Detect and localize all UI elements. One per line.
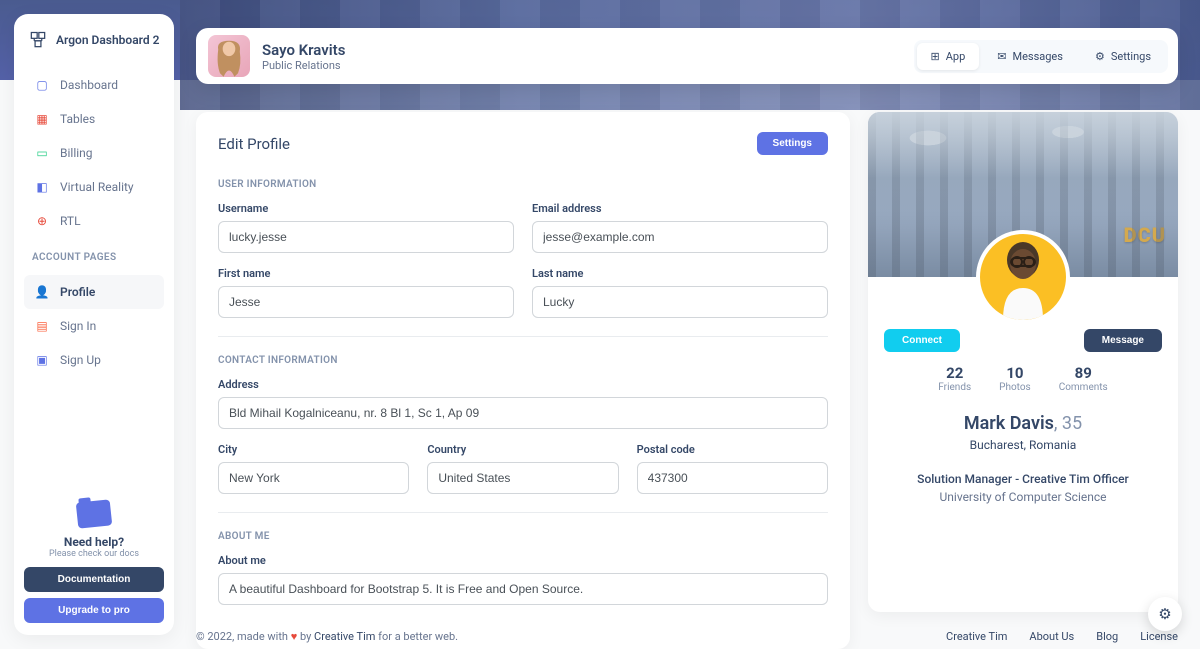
profile-stats: 22Friends 10Photos 89Comments bbox=[868, 364, 1178, 393]
label-aboutme: About me bbox=[218, 554, 828, 567]
sidebar-item-rtl[interactable]: ⊕RTL bbox=[24, 204, 164, 238]
stat-comments-lbl: Comments bbox=[1059, 382, 1108, 393]
input-aboutme[interactable] bbox=[218, 573, 828, 605]
tab-app[interactable]: ⊞App bbox=[917, 43, 980, 70]
sidebar-section-account: ACCOUNT PAGES bbox=[24, 238, 164, 271]
connect-button[interactable]: Connect bbox=[884, 329, 960, 352]
profile-avatar bbox=[976, 230, 1070, 324]
documentation-button[interactable]: Documentation bbox=[24, 567, 164, 592]
message-button[interactable]: Message bbox=[1084, 329, 1162, 352]
help-subtitle: Please check our docs bbox=[24, 549, 164, 559]
tab-settings[interactable]: ⚙Settings bbox=[1081, 43, 1165, 70]
label-lastname: Last name bbox=[532, 267, 828, 280]
app-icon: ⊞ bbox=[931, 50, 940, 63]
profile-header: Sayo Kravits Public Relations ⊞App ✉Mess… bbox=[196, 28, 1178, 84]
upgrade-button[interactable]: Upgrade to pro bbox=[24, 598, 164, 623]
sidebar-item-signin[interactable]: ▤Sign In bbox=[24, 309, 164, 343]
user-icon: 👤 bbox=[34, 284, 50, 300]
settings-button[interactable]: Settings bbox=[757, 132, 828, 155]
footer-link-creative-tim[interactable]: Creative Tim bbox=[946, 630, 1007, 643]
input-postal[interactable] bbox=[637, 462, 828, 494]
cover-logo: DCU bbox=[1124, 223, 1166, 247]
label-firstname: First name bbox=[218, 267, 514, 280]
input-city[interactable] bbox=[218, 462, 409, 494]
label-postal: Postal code bbox=[637, 443, 828, 456]
footer-link-blog[interactable]: Blog bbox=[1096, 630, 1118, 643]
doc-icon: ▤ bbox=[34, 318, 50, 334]
edit-profile-card: Edit Profile Settings USER INFORMATION U… bbox=[196, 112, 850, 649]
profile-name: Mark Davis bbox=[964, 413, 1054, 434]
header-name: Sayo Kravits bbox=[262, 41, 345, 59]
sidebar-item-vr[interactable]: ◧Virtual Reality bbox=[24, 170, 164, 204]
footer-link-license[interactable]: License bbox=[1140, 630, 1178, 643]
footer: © 2022, made with ♥ by Creative Tim for … bbox=[196, 630, 1178, 643]
header-tabs: ⊞App ✉Messages ⚙Settings bbox=[914, 40, 1168, 73]
section-contact-info: CONTACT INFORMATION bbox=[218, 355, 828, 366]
edit-profile-title: Edit Profile bbox=[218, 135, 290, 153]
input-lastname[interactable] bbox=[532, 286, 828, 318]
help-folder-icon bbox=[74, 497, 114, 529]
profile-summary-card: DCU Connect Message 22Friends 10Photos 8… bbox=[868, 112, 1178, 612]
brand-name: Argon Dashboard 2 bbox=[56, 33, 159, 47]
profile-job: Solution Manager - Creative Tim Officer bbox=[868, 472, 1178, 486]
input-username[interactable] bbox=[218, 221, 514, 253]
label-address: Address bbox=[218, 378, 828, 391]
cube-icon: ◧ bbox=[34, 179, 50, 195]
input-firstname[interactable] bbox=[218, 286, 514, 318]
label-city: City bbox=[218, 443, 409, 456]
stat-photos-lbl: Photos bbox=[999, 382, 1031, 393]
input-address[interactable] bbox=[218, 397, 828, 429]
sidebar-item-tables[interactable]: ▦Tables bbox=[24, 102, 164, 136]
profile-school: University of Computer Science bbox=[868, 490, 1178, 504]
profile-location: Bucharest, Romania bbox=[868, 438, 1178, 452]
profile-age: , 35 bbox=[1054, 413, 1082, 434]
monitor-icon: ▢ bbox=[34, 77, 50, 93]
header-role: Public Relations bbox=[262, 59, 345, 72]
stat-photos-val: 10 bbox=[999, 364, 1031, 382]
section-user-info: USER INFORMATION bbox=[218, 179, 828, 190]
label-country: Country bbox=[427, 443, 618, 456]
stat-comments-val: 89 bbox=[1059, 364, 1108, 382]
stat-friends-val: 22 bbox=[938, 364, 971, 382]
mail-icon: ✉ bbox=[997, 50, 1006, 63]
gear-icon: ⚙ bbox=[1095, 50, 1105, 63]
gear-icon: ⚙ bbox=[1158, 605, 1171, 623]
header-avatar bbox=[208, 35, 250, 77]
grid-icon: ▦ bbox=[34, 111, 50, 127]
card-icon: ▭ bbox=[34, 145, 50, 161]
sidebar-item-billing[interactable]: ▭Billing bbox=[24, 136, 164, 170]
input-email[interactable] bbox=[532, 221, 828, 253]
settings-fab[interactable]: ⚙ bbox=[1148, 597, 1182, 631]
stat-friends-lbl: Friends bbox=[938, 382, 971, 393]
section-about-me: ABOUT ME bbox=[218, 531, 828, 542]
help-title: Need help? bbox=[24, 535, 164, 549]
sidebar-item-dashboard[interactable]: ▢Dashboard bbox=[24, 68, 164, 102]
sidebar-item-profile[interactable]: 👤Profile bbox=[24, 275, 164, 309]
input-country[interactable] bbox=[427, 462, 618, 494]
brand-logo-icon bbox=[28, 30, 48, 50]
label-username: Username bbox=[218, 202, 514, 215]
footer-copyright: © 2022, made with ♥ by Creative Tim for … bbox=[196, 630, 458, 643]
sidebar: Argon Dashboard 2 ▢Dashboard ▦Tables ▭Bi… bbox=[14, 14, 174, 635]
brand: Argon Dashboard 2 bbox=[24, 28, 164, 64]
footer-brand-link[interactable]: Creative Tim bbox=[314, 630, 375, 643]
globe-icon: ⊕ bbox=[34, 213, 50, 229]
rocket-icon: ▣ bbox=[34, 352, 50, 368]
footer-link-about[interactable]: About Us bbox=[1029, 630, 1074, 643]
tab-messages[interactable]: ✉Messages bbox=[983, 43, 1077, 70]
label-email: Email address bbox=[532, 202, 828, 215]
sidebar-item-signup[interactable]: ▣Sign Up bbox=[24, 343, 164, 377]
